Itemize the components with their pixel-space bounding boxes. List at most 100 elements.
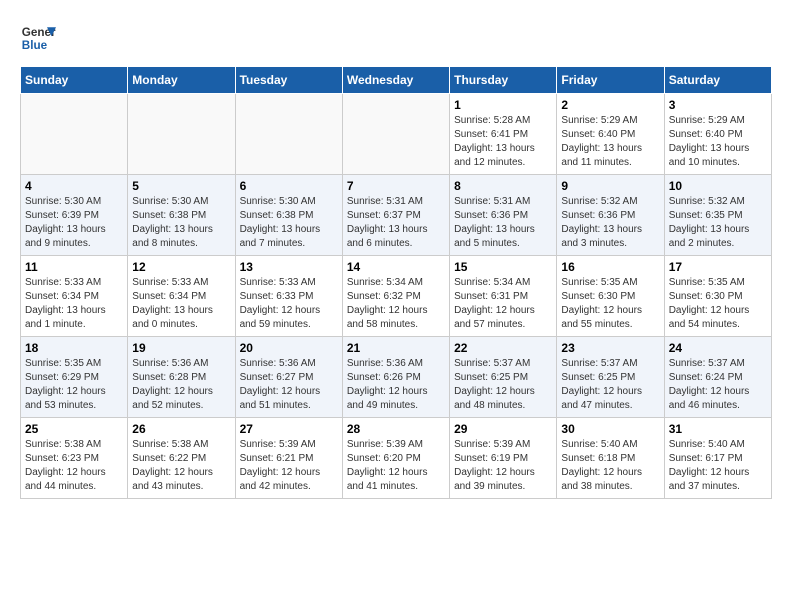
day-number: 1 [454,98,552,112]
day-number: 31 [669,422,767,436]
day-info: Sunrise: 5:28 AM Sunset: 6:41 PM Dayligh… [454,114,552,170]
day-number: 23 [561,341,659,355]
calendar-cell: 17Sunrise: 5:35 AM Sunset: 6:30 PM Dayli… [664,256,771,337]
day-info: Sunrise: 5:29 AM Sunset: 6:40 PM Dayligh… [669,114,767,170]
day-number: 11 [25,260,123,274]
day-number: 29 [454,422,552,436]
svg-text:Blue: Blue [22,39,48,52]
week-row-5: 25 Sunrise: 5:38 AM Sunset: 6:23 PM Dayli… [21,418,772,499]
calendar-cell [342,94,449,175]
calendar-cell: 4 Sunrise: 5:30 AM Sunset: 6:39 PM Daylig… [21,175,128,256]
day-number: 22 [454,341,552,355]
day-info: Sunrise: 5:33 AM Sunset: 6:34 PM Dayligh… [25,276,123,332]
calendar-cell: 13Sunrise: 5:33 AM Sunset: 6:33 PM Dayli… [235,256,342,337]
page-header: General Blue [20,20,772,56]
calendar-cell: 15Sunrise: 5:34 AM Sunset: 6:31 PM Dayli… [450,256,557,337]
day-info: Sunrise: 5:35 AM Sunset: 6:30 PM Dayligh… [561,276,659,332]
weekday-header-friday: Friday [557,67,664,94]
calendar-cell: 21 Sunrise: 5:36 AM Sunset: 6:26 PM Dayli… [342,337,449,418]
day-info: Sunrise: 5:35 AM Sunset: 6:29 PM Dayligh… [25,357,123,413]
calendar-cell: 10 Sunrise: 5:32 AM Sunset: 6:35 PM Dayli… [664,175,771,256]
day-info: Sunrise: 5:31 AM Sunset: 6:36 PM Dayligh… [454,195,552,251]
calendar-cell: 29 Sunrise: 5:39 AM Sunset: 6:19 PM Dayli… [450,418,557,499]
calendar-cell: 12 Sunrise: 5:33 AM Sunset: 6:34 PM Dayli… [128,256,235,337]
weekday-header-monday: Monday [128,67,235,94]
weekday-header-tuesday: Tuesday [235,67,342,94]
calendar-cell: 30 Sunrise: 5:40 AM Sunset: 6:18 PM Dayli… [557,418,664,499]
calendar-table: SundayMondayTuesdayWednesdayThursdayFrid… [20,66,772,499]
calendar-cell: 7Sunrise: 5:31 AM Sunset: 6:37 PM Daylig… [342,175,449,256]
day-info: Sunrise: 5:33 AM Sunset: 6:34 PM Dayligh… [132,276,230,332]
day-number: 3 [669,98,767,112]
day-number: 20 [240,341,338,355]
calendar-cell: 14 Sunrise: 5:34 AM Sunset: 6:32 PM Dayli… [342,256,449,337]
day-number: 14 [347,260,445,274]
calendar-cell: 22 Sunrise: 5:37 AM Sunset: 6:25 PM Dayli… [450,337,557,418]
day-number: 18 [25,341,123,355]
day-number: 16 [561,260,659,274]
calendar-cell: 16 Sunrise: 5:35 AM Sunset: 6:30 PM Dayli… [557,256,664,337]
calendar-cell: 11 Sunrise: 5:33 AM Sunset: 6:34 PM Dayli… [21,256,128,337]
day-number: 4 [25,179,123,193]
day-number: 13 [240,260,338,274]
day-info: Sunrise: 5:38 AM Sunset: 6:23 PM Dayligh… [25,438,123,494]
calendar-cell: 20 Sunrise: 5:36 AM Sunset: 6:27 PM Dayli… [235,337,342,418]
weekday-header-sunday: Sunday [21,67,128,94]
weekday-header-wednesday: Wednesday [342,67,449,94]
day-info: Sunrise: 5:40 AM Sunset: 6:17 PM Dayligh… [669,438,767,494]
day-info: Sunrise: 5:36 AM Sunset: 6:28 PM Dayligh… [132,357,230,413]
day-info: Sunrise: 5:39 AM Sunset: 6:19 PM Dayligh… [454,438,552,494]
calendar-cell [128,94,235,175]
day-number: 2 [561,98,659,112]
calendar-cell [235,94,342,175]
day-info: Sunrise: 5:37 AM Sunset: 6:25 PM Dayligh… [561,357,659,413]
weekday-header-thursday: Thursday [450,67,557,94]
day-number: 10 [669,179,767,193]
week-row-3: 11 Sunrise: 5:33 AM Sunset: 6:34 PM Dayli… [21,256,772,337]
day-info: Sunrise: 5:40 AM Sunset: 6:18 PM Dayligh… [561,438,659,494]
day-info: Sunrise: 5:36 AM Sunset: 6:26 PM Dayligh… [347,357,445,413]
week-row-2: 4 Sunrise: 5:30 AM Sunset: 6:39 PM Daylig… [21,175,772,256]
day-info: Sunrise: 5:39 AM Sunset: 6:21 PM Dayligh… [240,438,338,494]
calendar-cell: 27 Sunrise: 5:39 AM Sunset: 6:21 PM Dayli… [235,418,342,499]
logo: General Blue [20,20,56,56]
day-info: Sunrise: 5:32 AM Sunset: 6:35 PM Dayligh… [669,195,767,251]
day-number: 25 [25,422,123,436]
day-number: 12 [132,260,230,274]
day-number: 19 [132,341,230,355]
calendar-cell: 26 Sunrise: 5:38 AM Sunset: 6:22 PM Dayli… [128,418,235,499]
day-number: 7 [347,179,445,193]
day-number: 8 [454,179,552,193]
logo-icon: General Blue [20,20,56,56]
weekday-header-row: SundayMondayTuesdayWednesdayThursdayFrid… [21,67,772,94]
calendar-cell: 1 Sunrise: 5:28 AM Sunset: 6:41 PM Daylig… [450,94,557,175]
day-info: Sunrise: 5:35 AM Sunset: 6:30 PM Dayligh… [669,276,767,332]
day-info: Sunrise: 5:34 AM Sunset: 6:32 PM Dayligh… [347,276,445,332]
calendar-cell: 28Sunrise: 5:39 AM Sunset: 6:20 PM Dayli… [342,418,449,499]
calendar-cell: 8 Sunrise: 5:31 AM Sunset: 6:36 PM Daylig… [450,175,557,256]
day-number: 28 [347,422,445,436]
day-number: 26 [132,422,230,436]
day-number: 30 [561,422,659,436]
day-number: 21 [347,341,445,355]
week-row-4: 18 Sunrise: 5:35 AM Sunset: 6:29 PM Dayli… [21,337,772,418]
day-number: 27 [240,422,338,436]
day-number: 9 [561,179,659,193]
calendar-cell: 19 Sunrise: 5:36 AM Sunset: 6:28 PM Dayli… [128,337,235,418]
day-info: Sunrise: 5:30 AM Sunset: 6:38 PM Dayligh… [240,195,338,251]
weekday-header-saturday: Saturday [664,67,771,94]
calendar-cell: 6Sunrise: 5:30 AM Sunset: 6:38 PM Daylig… [235,175,342,256]
day-info: Sunrise: 5:38 AM Sunset: 6:22 PM Dayligh… [132,438,230,494]
calendar-cell: 31 Sunrise: 5:40 AM Sunset: 6:17 PM Dayli… [664,418,771,499]
calendar-cell: 3 Sunrise: 5:29 AM Sunset: 6:40 PM Daylig… [664,94,771,175]
calendar-cell: 24Sunrise: 5:37 AM Sunset: 6:24 PM Dayli… [664,337,771,418]
day-info: Sunrise: 5:29 AM Sunset: 6:40 PM Dayligh… [561,114,659,170]
day-number: 15 [454,260,552,274]
day-info: Sunrise: 5:36 AM Sunset: 6:27 PM Dayligh… [240,357,338,413]
week-row-1: 1 Sunrise: 5:28 AM Sunset: 6:41 PM Daylig… [21,94,772,175]
day-number: 5 [132,179,230,193]
day-info: Sunrise: 5:30 AM Sunset: 6:39 PM Dayligh… [25,195,123,251]
day-info: Sunrise: 5:37 AM Sunset: 6:25 PM Dayligh… [454,357,552,413]
calendar-cell: 18 Sunrise: 5:35 AM Sunset: 6:29 PM Dayli… [21,337,128,418]
day-info: Sunrise: 5:37 AM Sunset: 6:24 PM Dayligh… [669,357,767,413]
